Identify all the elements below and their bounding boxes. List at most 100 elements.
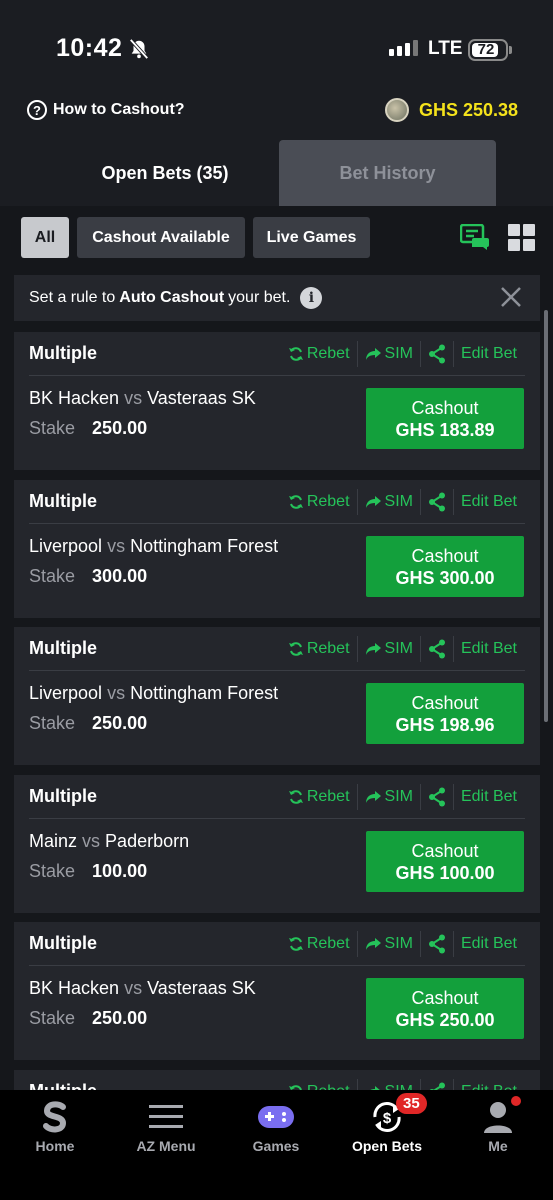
rebet-button[interactable]: Rebet <box>281 636 357 662</box>
home-team: Liverpool <box>29 536 103 556</box>
refresh-icon <box>288 790 303 804</box>
vs-label: vs <box>82 831 101 851</box>
nav-az-menu-label: AZ Menu <box>136 1138 196 1154</box>
cashout-button[interactable]: Cashout GHS 300.00 <box>366 536 524 597</box>
share-icon <box>428 639 445 659</box>
share-button[interactable] <box>419 636 453 662</box>
share-button[interactable] <box>419 784 453 810</box>
battery-level: 72 <box>477 41 495 58</box>
grid-view-icon[interactable] <box>508 224 535 251</box>
vs-label: vs <box>124 978 143 998</box>
balance[interactable]: GHS 250.38 <box>384 98 518 122</box>
nav-games[interactable]: Games <box>221 1090 331 1160</box>
sim-button[interactable]: SIM <box>356 1079 420 1090</box>
sim-button[interactable]: SIM <box>356 489 420 515</box>
bet-card[interactable]: Multiple Rebet SIM <box>14 627 540 765</box>
close-icon[interactable] <box>500 286 522 308</box>
nav-open-bets[interactable]: $ 35 Open Bets <box>332 1090 442 1160</box>
edit-bet-label: Edit Bet <box>460 640 517 657</box>
rebet-button[interactable]: Rebet <box>281 489 357 515</box>
share-button[interactable] <box>419 489 453 515</box>
tab-open-bets[interactable]: Open Bets (35) <box>57 140 273 206</box>
notification-dot <box>511 1096 521 1106</box>
home-team: Liverpool <box>29 683 103 703</box>
refresh-icon <box>288 347 303 361</box>
edit-bet-button[interactable]: Edit Bet <box>452 636 524 662</box>
match-teams: BK Hacken vs Vasteraas SK <box>29 388 256 409</box>
stake-value: 250.00 <box>92 713 148 733</box>
cashout-button[interactable]: Cashout GHS 100.00 <box>366 831 524 892</box>
filter-all[interactable]: All <box>21 217 69 258</box>
cashout-button[interactable]: Cashout GHS 198.96 <box>366 683 524 744</box>
home-team: Mainz <box>29 831 78 851</box>
rebet-button[interactable]: Rebet <box>281 341 357 367</box>
bet-type: Multiple <box>29 786 97 806</box>
forward-arrow-icon <box>365 643 381 655</box>
edit-bet-button[interactable]: Edit Bet <box>452 784 524 810</box>
cashout-amount: GHS 300.00 <box>395 567 495 588</box>
nav-me[interactable]: Me <box>443 1090 553 1160</box>
edit-bet-button[interactable]: Edit Bet <box>452 489 524 515</box>
clock: 10:42 <box>56 34 123 62</box>
bet-card[interactable]: Multiple Rebet SIM <box>14 1070 540 1090</box>
bet-card[interactable]: Multiple Rebet SIM <box>14 775 540 913</box>
stake-row: Stake 250.00 <box>29 713 147 734</box>
cashout-button[interactable]: Cashout GHS 250.00 <box>366 978 524 1039</box>
network-type: LTE <box>428 38 463 59</box>
sim-button[interactable]: SIM <box>356 636 420 662</box>
edit-bet-button[interactable]: Edit Bet <box>452 1079 524 1090</box>
bet-card[interactable]: Multiple Rebet SIM <box>14 922 540 1060</box>
info-icon[interactable]: i <box>300 287 323 309</box>
rebet-button[interactable]: Rebet <box>281 1079 357 1090</box>
tab-bet-history[interactable]: Bet History <box>279 140 496 206</box>
stake-value: 100.00 <box>92 861 148 881</box>
share-button[interactable] <box>419 931 453 957</box>
divider <box>29 670 525 671</box>
cashout-label: Cashout <box>411 545 479 566</box>
edit-bet-button[interactable]: Edit Bet <box>452 931 524 957</box>
sim-button[interactable]: SIM <box>356 341 420 367</box>
edit-bet-label: Edit Bet <box>461 1083 517 1090</box>
nav-open-bets-label: Open Bets <box>351 1138 422 1154</box>
sim-button[interactable]: SIM <box>356 931 420 957</box>
bet-card[interactable]: Multiple Rebet SIM <box>14 480 540 618</box>
sim-label: SIM <box>384 788 413 805</box>
forward-arrow-icon <box>365 496 381 508</box>
share-button[interactable] <box>419 1079 453 1090</box>
sim-label: SIM <box>384 640 413 657</box>
share-button[interactable] <box>419 341 453 367</box>
cashout-amount: GHS 250.00 <box>395 1009 495 1030</box>
menu-icon <box>149 1096 183 1138</box>
cashout-label: Cashout <box>411 840 479 861</box>
nav-home[interactable]: Home <box>0 1090 110 1160</box>
edit-bet-label: Edit Bet <box>460 493 517 510</box>
bet-type: Multiple <box>29 638 97 658</box>
stake-label: Stake <box>29 418 76 438</box>
chat-icon[interactable] <box>460 224 490 252</box>
rebet-label: Rebet <box>307 1083 350 1090</box>
share-icon <box>428 934 445 954</box>
refresh-icon <box>288 642 303 656</box>
auto-cashout-banner[interactable]: Set a rule to Auto Cashout your bet. i <box>14 275 540 321</box>
stake-row: Stake 100.00 <box>29 861 147 882</box>
scrollbar[interactable] <box>544 310 548 722</box>
rebet-button[interactable]: Rebet <box>281 784 357 810</box>
bet-actions: Rebet SIM Edit Bet <box>281 489 524 515</box>
cashout-button[interactable]: Cashout GHS 183.89 <box>366 388 524 449</box>
sim-button[interactable]: SIM <box>356 784 420 810</box>
edit-bet-label: Edit Bet <box>460 788 517 805</box>
bet-card[interactable]: Multiple Rebet SIM <box>14 332 540 470</box>
nav-az-menu[interactable]: AZ Menu <box>111 1090 221 1160</box>
vs-label: vs <box>107 683 126 703</box>
rebet-button[interactable]: Rebet <box>281 931 357 957</box>
how-to-cashout-link[interactable]: ? How to Cashout? <box>27 100 185 120</box>
forward-arrow-icon <box>365 348 381 360</box>
filter-cashout-available[interactable]: Cashout Available <box>77 217 245 258</box>
away-team: Vasteraas SK <box>147 978 256 998</box>
edit-bet-button[interactable]: Edit Bet <box>452 341 524 367</box>
nav-me-label: Me <box>488 1138 508 1154</box>
away-team: Nottingham Forest <box>130 536 279 556</box>
nav-home-label: Home <box>35 1138 75 1154</box>
filter-live-games[interactable]: Live Games <box>253 217 370 258</box>
sim-label: SIM <box>385 1083 413 1090</box>
